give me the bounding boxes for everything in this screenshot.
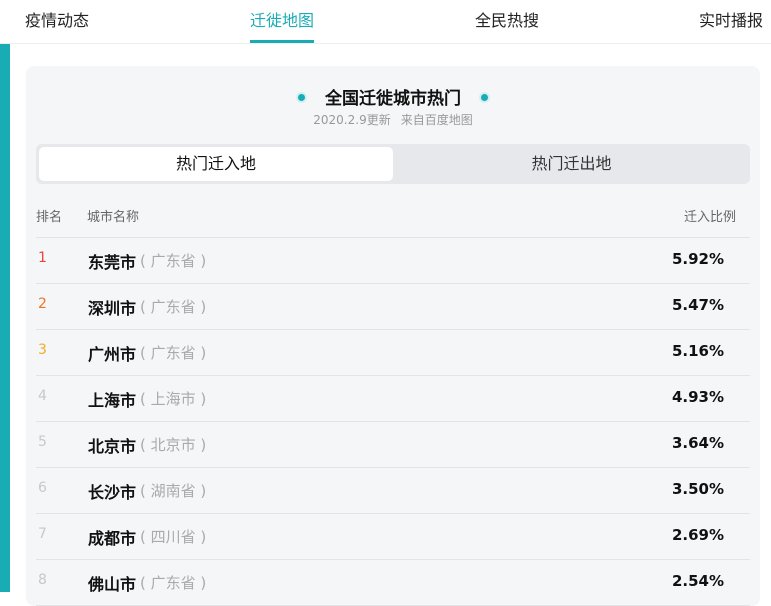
rank-number: 2 <box>38 296 47 312</box>
tab-epidemic-updates[interactable]: 疫情动态 <box>25 0 89 44</box>
table-row: 7 成都市 ( 四川省 ) 2.69% <box>36 514 750 560</box>
segment-outbound[interactable]: 热门迁出地 <box>396 147 747 181</box>
table-row: 3 广州市 ( 广东省 ) 5.16% <box>36 330 750 376</box>
table-header: 排名 城市名称 迁入比例 <box>36 198 750 238</box>
active-tab-indicator <box>250 40 315 43</box>
tab-label: 实时播报 <box>699 11 764 30</box>
tab-hot-search[interactable]: 全民热搜 <box>475 0 539 44</box>
city-name: 东莞市 <box>88 253 137 272</box>
rank-number: 8 <box>38 572 47 588</box>
card-subtitle: 2020.2.9更新 来自百度地图 <box>26 111 760 128</box>
ratio-value: 2.69% <box>671 526 724 544</box>
table-row: 4 上海市 ( 上海市 ) 4.93% <box>36 376 750 422</box>
segment-control: 热门迁入地 热门迁出地 <box>36 144 750 184</box>
rank-number: 5 <box>38 434 47 450</box>
city-name: 上海市 <box>88 391 137 410</box>
city-name: 长沙市 <box>88 483 137 502</box>
update-date: 2020.2.9更新 <box>313 113 391 127</box>
table-row: 1 东莞市 ( 广东省 ) 5.92% <box>36 238 750 284</box>
left-accent-bar <box>0 44 10 592</box>
segment-inbound[interactable]: 热门迁入地 <box>39 147 393 181</box>
province-name: ( 广东省 ) <box>140 574 207 592</box>
ratio-value: 5.16% <box>671 342 724 360</box>
dot-icon <box>298 94 305 101</box>
header-city: 城市名称 <box>87 210 140 225</box>
table-row: 5 北京市 ( 北京市 ) 3.64% <box>36 422 750 468</box>
province-name: ( 广东省 ) <box>140 252 207 270</box>
table-row: 2 深圳市 ( 广东省 ) 5.47% <box>36 284 750 330</box>
table-row: 8 佛山市 ( 广东省 ) 2.54% <box>36 560 750 606</box>
city-name: 佛山市 <box>88 575 137 594</box>
header-ratio: 迁入比例 <box>683 210 736 225</box>
rank-number: 4 <box>38 388 47 404</box>
city-name: 成都市 <box>88 529 137 548</box>
tab-migration-map[interactable]: 迁徙地图 <box>250 0 315 44</box>
city-name: 广州市 <box>88 345 137 364</box>
tab-label: 全民热搜 <box>475 11 540 30</box>
dot-icon <box>481 94 488 101</box>
card-title: 全国迁徙城市热门 <box>26 84 760 109</box>
header-rank: 排名 <box>36 210 63 225</box>
ratio-value: 3.50% <box>671 480 724 498</box>
ratio-value: 3.64% <box>671 434 724 452</box>
province-name: ( 北京市 ) <box>140 436 207 454</box>
tab-live-broadcast[interactable]: 实时播报 <box>699 0 763 44</box>
city-name: 深圳市 <box>88 299 137 318</box>
migration-card: 全国迁徙城市热门 2020.2.9更新 来自百度地图 热门迁入地 热门迁出地 排名… <box>26 66 760 606</box>
province-name: ( 上海市 ) <box>140 390 207 408</box>
rank-number: 6 <box>38 480 47 496</box>
ratio-value: 2.54% <box>671 572 724 590</box>
province-name: ( 四川省 ) <box>140 528 207 546</box>
ratio-value: 5.47% <box>671 296 724 314</box>
rank-number: 1 <box>38 250 47 266</box>
province-name: ( 广东省 ) <box>140 344 207 362</box>
tab-label: 疫情动态 <box>25 11 90 30</box>
tab-label: 迁徙地图 <box>250 11 315 30</box>
card-title-text: 全国迁徙城市热门 <box>325 89 461 109</box>
province-name: ( 湖南省 ) <box>140 482 207 500</box>
ratio-value: 5.92% <box>671 250 724 268</box>
table-body: 1 东莞市 ( 广东省 ) 5.92% 2 深圳市 ( 广东省 ) 5.47% … <box>36 238 750 606</box>
ratio-value: 4.93% <box>671 388 724 406</box>
data-source: 来自百度地图 <box>400 113 473 127</box>
rank-number: 3 <box>38 342 47 358</box>
top-navigation: 疫情动态 迁徙地图 全民热搜 实时播报 <box>0 0 771 44</box>
rank-number: 7 <box>38 526 47 542</box>
city-name: 北京市 <box>88 437 137 456</box>
province-name: ( 广东省 ) <box>140 298 207 316</box>
table-row: 6 长沙市 ( 湖南省 ) 3.50% <box>36 468 750 514</box>
